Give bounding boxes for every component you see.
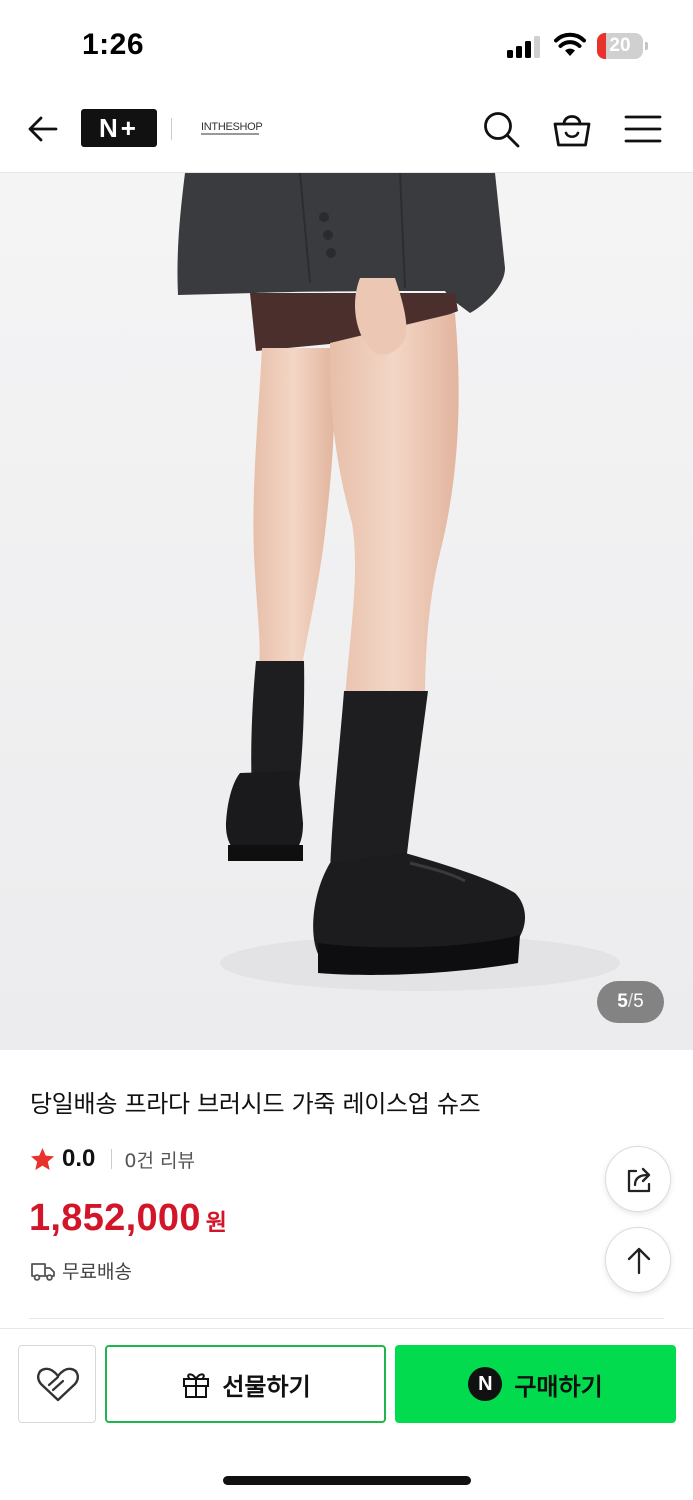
image-counter-total: 5 bbox=[633, 991, 644, 1012]
shipping-row: 무료배송 bbox=[30, 1257, 132, 1284]
star-icon bbox=[30, 1147, 55, 1170]
wifi-icon bbox=[554, 32, 586, 56]
gift-icon bbox=[183, 1373, 210, 1398]
bottom-action-bar: 선물하기 N 구매하기 bbox=[0, 1328, 693, 1500]
product-image-gallery[interactable]: 5/5 bbox=[0, 173, 693, 1050]
home-indicator[interactable] bbox=[223, 1476, 471, 1485]
status-time: 1:26 bbox=[82, 28, 145, 61]
truck-icon bbox=[31, 1262, 55, 1281]
battery-level: 20 bbox=[609, 35, 631, 56]
section-divider bbox=[29, 1318, 664, 1319]
rating-row: 0.0 0건 리뷰 bbox=[29, 1143, 195, 1175]
naver-pay-badge-icon: N bbox=[468, 1367, 503, 1401]
status-bar: 1:26 20 bbox=[0, 0, 693, 90]
shop-name-text: INTHESHOP bbox=[201, 121, 263, 133]
shop-name[interactable]: INTHESHOP bbox=[201, 121, 263, 135]
image-counter-current: 5 bbox=[617, 991, 628, 1012]
product-price: 1,852,000 bbox=[29, 1197, 201, 1239]
buy-button-label: 구매하기 bbox=[514, 1372, 603, 1401]
arrow-up-icon bbox=[627, 1247, 651, 1275]
shipping-text: 무료배송 bbox=[62, 1261, 132, 1283]
gift-button-label: 선물하기 bbox=[222, 1372, 311, 1401]
review-count-link[interactable]: 0건 리뷰 bbox=[124, 1146, 195, 1173]
top-navigation: N+ INTHESHOP bbox=[0, 90, 693, 173]
product-title: 당일배송 프라다 브러시드 가죽 레이스업 슈즈 bbox=[30, 1090, 481, 1118]
price-currency: 원 bbox=[205, 1210, 227, 1236]
wishlist-button[interactable] bbox=[18, 1345, 96, 1423]
share-button[interactable] bbox=[605, 1146, 671, 1212]
shopping-bag-icon[interactable] bbox=[551, 108, 593, 150]
back-arrow-icon[interactable] bbox=[24, 110, 62, 148]
rating-divider bbox=[111, 1149, 113, 1169]
search-icon[interactable] bbox=[481, 109, 521, 149]
heart-icon bbox=[37, 1367, 79, 1402]
hamburger-menu-icon[interactable] bbox=[624, 112, 662, 146]
buy-button[interactable]: N 구매하기 bbox=[395, 1345, 676, 1423]
gift-button[interactable]: 선물하기 bbox=[105, 1345, 386, 1423]
shop-name-underline bbox=[201, 133, 259, 135]
share-icon bbox=[627, 1167, 651, 1193]
rating-score: 0.0 bbox=[62, 1145, 96, 1172]
nav-divider bbox=[171, 118, 172, 140]
cellular-signal-icon bbox=[507, 34, 543, 58]
product-photo bbox=[0, 173, 693, 1050]
scroll-to-top-button[interactable] bbox=[605, 1227, 671, 1293]
image-counter: 5/5 bbox=[597, 981, 664, 1023]
naver-plus-logo[interactable]: N+ bbox=[81, 109, 157, 147]
price-row: 1,852,000 원 bbox=[29, 1197, 227, 1240]
battery-icon: 20 bbox=[597, 33, 649, 59]
